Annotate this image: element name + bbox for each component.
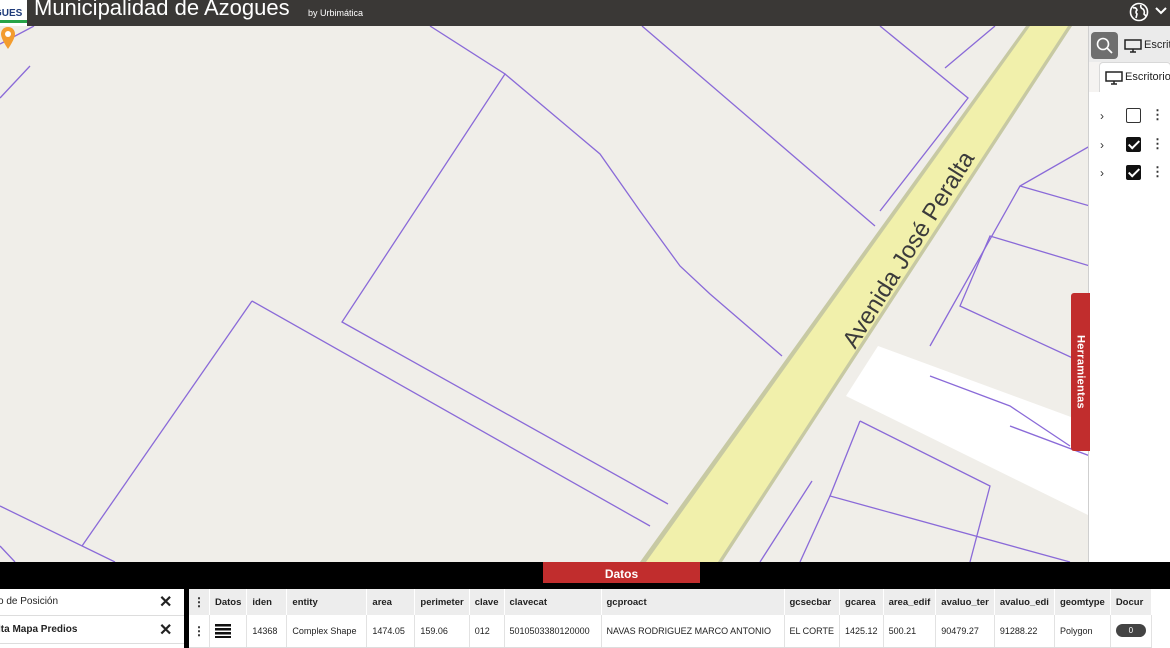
tools-panel-tab[interactable]: Herramientas [1071, 293, 1090, 451]
column-header[interactable]: perimeter [414, 589, 470, 615]
table-cell-geomtype: Polygon [1054, 615, 1111, 648]
column-header[interactable]: clavecat [504, 589, 602, 615]
layer-row: › ⋮ [1099, 163, 1169, 185]
kebab-menu-icon[interactable]: ⋮ [1151, 136, 1164, 152]
table-cell-clavecat: 5010503380120000 [504, 615, 602, 648]
app-title: Municipalidad de Azogues [34, 0, 290, 20]
kebab-menu-icon[interactable]: ⋮ [1151, 164, 1164, 180]
column-header[interactable]: area_edif [883, 589, 937, 615]
table-cell-avaluo-edi: 91288.22 [994, 615, 1055, 648]
workspace-button-label[interactable]: Escrit [1144, 39, 1170, 51]
query-list: o de Posición ✕ lta Mapa Predios ✕ [0, 589, 184, 648]
column-header[interactable]: Docur [1110, 589, 1152, 615]
table-header-row: ⋮ Datos iden entity area perimeter clave… [189, 589, 1152, 615]
map-drawing [0, 26, 1090, 562]
layer-list: › ⋮ › ⋮ › ⋮ [1089, 92, 1170, 562]
layer-row: › ⋮ [1099, 135, 1169, 157]
data-panel: Datos o de Posición ✕ lta Mapa Predios ✕… [0, 562, 1170, 648]
column-header[interactable]: clave [469, 589, 505, 615]
column-header[interactable]: iden [246, 589, 288, 615]
panel-toolbar: Escrit [1089, 26, 1170, 62]
layer-visibility-checkbox[interactable] [1126, 137, 1141, 152]
layer-visibility-checkbox[interactable] [1126, 108, 1141, 123]
logo-text: GUES [0, 8, 23, 19]
chevron-right-icon[interactable]: › [1100, 166, 1104, 180]
desktop-icon [1105, 71, 1123, 85]
list-item[interactable]: lta Mapa Predios ✕ [0, 617, 184, 644]
tools-tab-label: Herramientas [1074, 335, 1087, 409]
kebab-menu-icon[interactable]: ⋮ [1151, 107, 1164, 123]
chevron-right-icon[interactable]: › [1100, 138, 1104, 152]
table-cell-area: 1474.05 [366, 615, 416, 648]
table-cell-gcproact: NAVAS RODRIGUEZ MARCO ANTONIO [601, 615, 785, 648]
layers-panel: Escrit Escritorio › ⋮ › ⋮ › ⋮ [1088, 26, 1170, 562]
app-subtitle: by Urbimática [308, 8, 364, 18]
desktop-icon [1124, 39, 1142, 53]
table-cell-avaluo-ter: 90479.27 [935, 615, 995, 648]
location-pin-icon[interactable] [0, 26, 16, 50]
table-row[interactable]: ⋮ 14368 Complex Shape 1474.05 159.06 012… [189, 615, 1152, 648]
tab-datos[interactable]: Datos [543, 562, 700, 583]
kebab-menu-icon[interactable]: ⋮ [189, 589, 210, 615]
column-header[interactable]: Datos [209, 589, 248, 615]
column-header[interactable]: avaluo_edi [994, 589, 1055, 615]
column-header[interactable]: gcproact [601, 589, 785, 615]
document-count-badge[interactable]: 0 [1115, 624, 1146, 638]
table-cell-perimeter: 159.06 [414, 615, 470, 648]
close-icon[interactable]: ✕ [159, 592, 172, 612]
column-header[interactable]: geomtype [1054, 589, 1111, 615]
app-root: GUES Municipalidad de Azogues by Urbimát… [0, 0, 1170, 648]
municipality-logo: GUES [0, 0, 27, 26]
search-button[interactable] [1091, 32, 1118, 59]
column-header[interactable]: avaluo_ter [935, 589, 995, 615]
map-canvas[interactable]: Avenida José Peralta [0, 26, 1090, 562]
logo-stripe [0, 20, 27, 23]
table-cell-clave: 012 [469, 615, 505, 648]
list-item[interactable]: o de Posición ✕ [0, 589, 184, 616]
side-road [846, 346, 1090, 516]
kebab-menu-icon[interactable]: ⋮ [189, 615, 210, 648]
column-header[interactable]: gcsecbar [784, 589, 841, 615]
list-item-label: o de Posición [0, 596, 59, 607]
list-rows-icon[interactable] [215, 623, 231, 638]
globe-icon[interactable] [1129, 2, 1149, 22]
table-cell-area-edif: 500.21 [883, 615, 937, 648]
row-details-cell[interactable] [209, 615, 248, 648]
parcel-lines [0, 26, 1090, 562]
chevron-right-icon[interactable]: › [1100, 109, 1104, 123]
attribute-table: ⋮ Datos iden entity area perimeter clave… [189, 589, 1170, 648]
top-header: GUES Municipalidad de Azogues by Urbimát… [0, 0, 1170, 26]
table-cell-docs: 0 [1110, 615, 1152, 648]
table-cell-entity: Complex Shape [286, 615, 368, 648]
layer-visibility-checkbox[interactable] [1126, 165, 1141, 180]
table-cell-gcsecbar: EL CORTE [784, 615, 841, 648]
list-item-label: lta Mapa Predios [0, 624, 78, 635]
close-icon[interactable]: ✕ [159, 620, 172, 640]
column-header[interactable]: area [366, 589, 416, 615]
column-header[interactable]: entity [286, 589, 368, 615]
tab-escritorio[interactable]: Escritorio [1099, 62, 1170, 92]
table-cell-iden: 14368 [246, 615, 288, 648]
column-header[interactable]: gcarea [839, 589, 884, 615]
search-icon [1096, 37, 1113, 54]
tab-escritorio-label: Escritorio [1125, 71, 1170, 83]
table-cell-gcarea: 1425.12 [839, 615, 884, 648]
layer-row: › ⋮ [1099, 106, 1169, 128]
data-table: ⋮ Datos iden entity area perimeter clave… [189, 589, 1152, 648]
chevron-down-icon[interactable] [1154, 4, 1168, 18]
